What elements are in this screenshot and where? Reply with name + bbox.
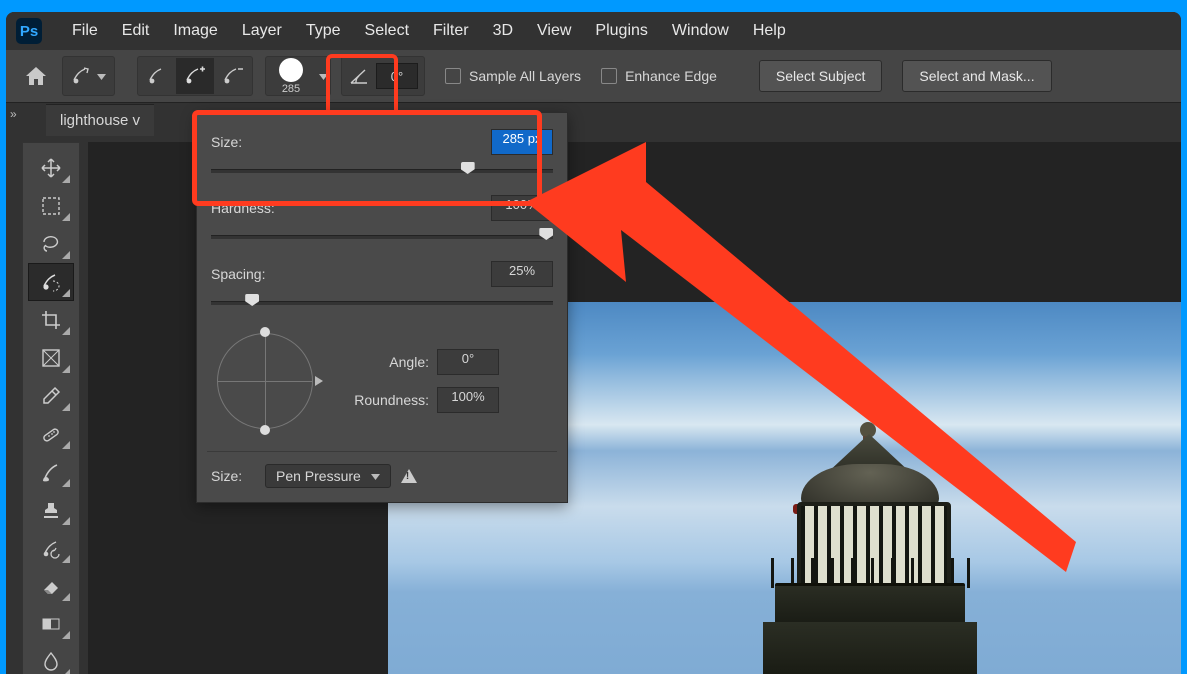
brush-settings-popup: Size: 285 px Hardness: 100% Spacing: 25% bbox=[196, 112, 568, 503]
sample-all-label: Sample All Layers bbox=[469, 68, 581, 84]
subtract-selection-button[interactable] bbox=[214, 58, 252, 94]
menu-edit[interactable]: Edit bbox=[110, 22, 162, 40]
selection-mode-group bbox=[137, 56, 253, 96]
menu-help[interactable]: Help bbox=[741, 22, 798, 40]
frame-tool[interactable] bbox=[29, 340, 73, 376]
spacing-label: Spacing: bbox=[211, 266, 311, 282]
menu-filter[interactable]: Filter bbox=[421, 22, 481, 40]
hardness-input[interactable]: 100% bbox=[491, 195, 553, 221]
warning-icon bbox=[401, 469, 417, 483]
marquee-tool[interactable] bbox=[29, 188, 73, 224]
blur-tool[interactable] bbox=[29, 644, 73, 674]
angle-label: Angle: bbox=[343, 354, 437, 370]
add-selection-button[interactable] bbox=[176, 58, 214, 94]
eyedropper-icon bbox=[41, 386, 61, 406]
size-dynamics-value: Pen Pressure bbox=[276, 468, 361, 484]
current-tool-preset[interactable] bbox=[62, 56, 115, 96]
menu-image[interactable]: Image bbox=[161, 22, 229, 40]
move-tool[interactable] bbox=[29, 150, 73, 186]
ps-logo: Ps bbox=[16, 18, 42, 44]
spacing-slider[interactable] bbox=[211, 293, 553, 311]
menu-view[interactable]: View bbox=[525, 22, 583, 40]
size-input[interactable]: 285 px bbox=[491, 129, 553, 155]
menu-layer[interactable]: Layer bbox=[230, 22, 294, 40]
quick-selection-tool[interactable] bbox=[29, 264, 73, 300]
brush-new-icon bbox=[147, 66, 167, 86]
sample-all-layers-checkbox[interactable]: Sample All Layers bbox=[445, 68, 581, 84]
angle-icon bbox=[348, 66, 370, 86]
brush-picker-chevron[interactable] bbox=[316, 58, 330, 94]
size-slider[interactable] bbox=[211, 161, 553, 179]
menu-window[interactable]: Window bbox=[660, 22, 741, 40]
document-tab[interactable]: lighthouse v bbox=[46, 104, 154, 136]
history-brush-icon bbox=[40, 537, 62, 559]
gradient-icon bbox=[41, 614, 61, 634]
menu-select[interactable]: Select bbox=[353, 22, 421, 40]
menu-3d[interactable]: 3D bbox=[481, 22, 525, 40]
enhance-edge-checkbox[interactable]: Enhance Edge bbox=[601, 68, 717, 84]
eyedropper-tool[interactable] bbox=[29, 378, 73, 414]
healing-tool[interactable] bbox=[29, 416, 73, 452]
menu-file[interactable]: File bbox=[60, 22, 110, 40]
quick-selection-icon bbox=[40, 271, 62, 293]
spacing-input[interactable]: 25% bbox=[491, 261, 553, 287]
document-tab-row: » lighthouse v bbox=[6, 103, 1181, 136]
menu-plugins[interactable]: Plugins bbox=[583, 22, 659, 40]
roundness-label: Roundness: bbox=[343, 392, 437, 408]
lasso-icon bbox=[40, 233, 62, 255]
marquee-icon bbox=[41, 196, 61, 216]
lighthouse-image bbox=[721, 414, 1021, 674]
brush-size-picker[interactable]: 285 bbox=[266, 54, 316, 98]
tool-column bbox=[22, 142, 80, 674]
crop-tool[interactable] bbox=[29, 302, 73, 338]
stamp-icon bbox=[40, 499, 62, 521]
eraser-icon bbox=[40, 575, 62, 597]
roundness-input[interactable]: 100% bbox=[437, 387, 499, 413]
chevron-down-icon bbox=[371, 472, 380, 481]
home-icon bbox=[25, 66, 47, 86]
menu-type[interactable]: Type bbox=[294, 22, 353, 40]
collapse-panels-button[interactable]: » bbox=[6, 103, 46, 136]
size-label: Size: bbox=[211, 134, 311, 150]
eraser-tool[interactable] bbox=[29, 568, 73, 604]
gradient-tool[interactable] bbox=[29, 606, 73, 642]
move-icon bbox=[40, 157, 62, 179]
new-selection-button[interactable] bbox=[138, 58, 176, 94]
quickselect-brush-icon bbox=[71, 66, 91, 86]
hardness-slider[interactable] bbox=[211, 227, 553, 245]
stamp-tool[interactable] bbox=[29, 492, 73, 528]
menubar: Ps File Edit Image Layer Type Select Fil… bbox=[6, 12, 1181, 50]
chevron-down-icon bbox=[319, 72, 328, 81]
history-brush-tool[interactable] bbox=[29, 530, 73, 566]
size-dynamics-select[interactable]: Pen Pressure bbox=[265, 464, 391, 488]
hardness-label: Hardness: bbox=[211, 200, 311, 216]
brush-sub-icon bbox=[222, 65, 244, 87]
angle-input[interactable]: 0° bbox=[437, 349, 499, 375]
options-bar: 285 Sample All Layers Enhance Edge Selec… bbox=[6, 50, 1181, 103]
frame-icon bbox=[41, 348, 61, 368]
brush-tool[interactable] bbox=[29, 454, 73, 490]
select-subject-button[interactable]: Select Subject bbox=[759, 60, 883, 92]
blur-icon bbox=[41, 651, 61, 673]
chevron-down-icon bbox=[97, 72, 106, 81]
crop-icon bbox=[40, 309, 62, 331]
brush-size-readout: 285 bbox=[282, 83, 300, 95]
select-and-mask-button[interactable]: Select and Mask... bbox=[902, 60, 1051, 92]
brush-preview-icon bbox=[279, 58, 303, 82]
brush-angle-field[interactable] bbox=[341, 56, 425, 96]
checkbox-icon bbox=[601, 68, 617, 84]
enhance-edge-label: Enhance Edge bbox=[625, 68, 717, 84]
lasso-tool[interactable] bbox=[29, 226, 73, 262]
brush-add-icon bbox=[184, 65, 206, 87]
healing-icon bbox=[40, 423, 62, 445]
brush-angle-input[interactable] bbox=[376, 63, 418, 89]
checkbox-icon bbox=[445, 68, 461, 84]
brush-icon bbox=[40, 461, 62, 483]
app-window: Ps File Edit Image Layer Type Select Fil… bbox=[6, 12, 1181, 674]
size-dynamics-label: Size: bbox=[211, 468, 255, 484]
home-button[interactable] bbox=[16, 58, 56, 94]
brush-angle-target[interactable] bbox=[211, 327, 319, 435]
